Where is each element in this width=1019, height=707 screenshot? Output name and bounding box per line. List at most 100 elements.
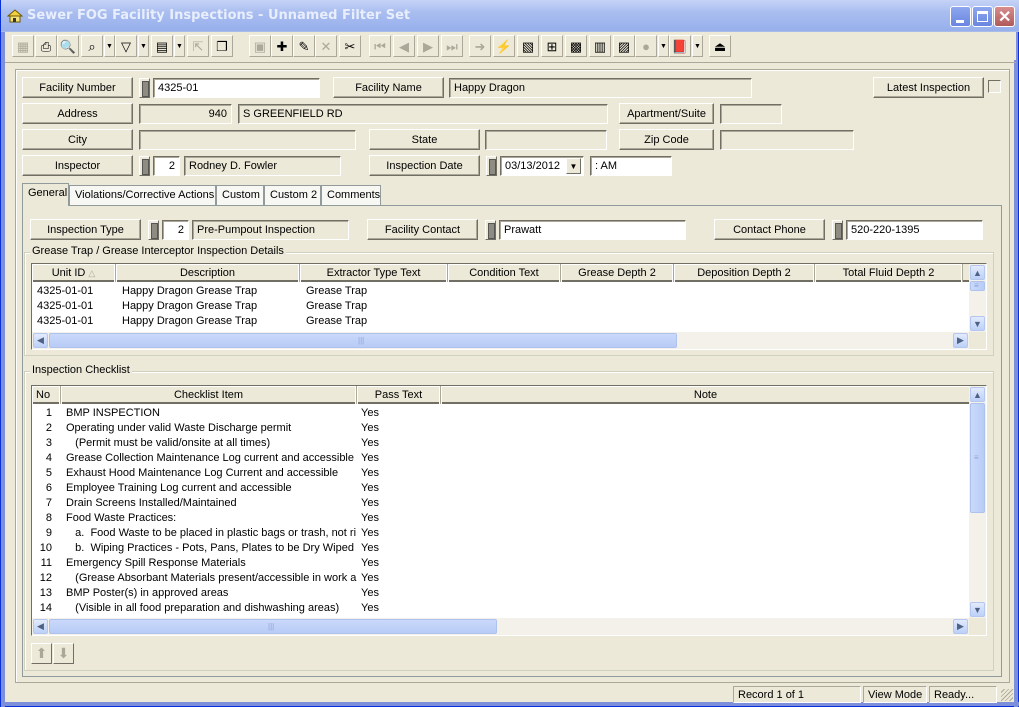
grid-view-button[interactable]: ▦ (12, 35, 34, 57)
apartment-suite-button[interactable]: Apartment/Suite (619, 103, 714, 124)
scroll-up-button[interactable]: ▲ (970, 387, 985, 402)
scroll-down-button[interactable]: ▼ (970, 316, 985, 331)
table-row[interactable]: 12 (Grease Absorbant Materials present/a… (32, 571, 969, 586)
close-button[interactable]: ✕ (994, 6, 1015, 27)
find-dropdown[interactable]: ▼ (104, 35, 115, 57)
help-book-button[interactable]: 📕 (669, 35, 691, 57)
column-header-total-fluid-depth-2[interactable]: Total Fluid Depth 2 (815, 264, 963, 282)
vertical-scroll-thumb[interactable]: ≡ (970, 281, 985, 291)
facility-number-lock-toggle[interactable] (139, 78, 150, 98)
scroll-left-button[interactable]: ◀ (33, 333, 48, 348)
inspection-type-lock-toggle[interactable] (148, 220, 159, 240)
table-row[interactable]: 11 Emergency Spill Response Materials Yes (32, 556, 969, 571)
tab-general[interactable]: General (22, 183, 69, 206)
delete-button[interactable]: ✕ (315, 35, 337, 57)
horizontal-scroll-thumb[interactable]: ||| (49, 333, 677, 348)
add-record-button[interactable]: ✚ (271, 35, 293, 57)
table-row[interactable]: 10 b. Wiping Practices - Pots, Pans, Pla… (32, 541, 969, 556)
equipment-button[interactable]: ▩ (565, 35, 587, 57)
go-to-button[interactable]: ➜ (469, 35, 491, 57)
relationship-button[interactable]: ⊞ (541, 35, 563, 57)
globe-button[interactable]: ● (635, 35, 657, 57)
maximize-button[interactable] (972, 6, 993, 27)
inspector-lock-toggle[interactable] (139, 156, 150, 176)
tab-comments[interactable]: Comments (321, 185, 381, 205)
edit-button[interactable]: ✎ (293, 35, 315, 57)
apartment-suite-field[interactable] (720, 104, 782, 124)
scroll-left-button[interactable]: ◀ (33, 619, 48, 634)
inspection-date-button[interactable]: Inspection Date (369, 155, 480, 176)
horizontal-scrollbar[interactable]: ◀ ||| ▶ (32, 618, 969, 635)
latest-inspection-checkbox[interactable] (988, 80, 1001, 93)
title-bar[interactable]: Sewer FOG Facility Inspections - Unnamed… (1, 0, 1019, 32)
export-button[interactable]: ⇱ (187, 35, 209, 57)
table-row[interactable]: 7 Drain Screens Installed/Maintained Yes (32, 496, 969, 511)
table-row[interactable]: 5 Exhaust Hood Maintenance Log Current an… (32, 466, 969, 481)
inspection-type-name-field[interactable]: Pre-Pumpout Inspection (192, 220, 349, 240)
facility-contact-field[interactable]: Prawatt (499, 220, 686, 240)
cut-button[interactable]: ✂ (339, 35, 361, 57)
table-row[interactable]: 2 Operating under valid Waste Discharge p… (32, 421, 969, 436)
inspector-id-field[interactable]: 2 (153, 156, 180, 176)
latest-inspection-button[interactable]: Latest Inspection (873, 77, 984, 98)
filter-dropdown[interactable]: ▼ (138, 35, 149, 57)
filter-button[interactable]: ▽ (115, 35, 137, 57)
table-row[interactable]: 3 (Permit must be valid/onsite at all ti… (32, 436, 969, 451)
table-row[interactable]: 4325-01-01 Happy Dragon Grease Trap Grease… (32, 284, 969, 299)
copy-button[interactable]: ❐ (211, 35, 233, 57)
resize-grip-icon[interactable] (1001, 689, 1013, 701)
city-field[interactable] (139, 130, 356, 150)
move-up-button[interactable]: ⬆ (31, 643, 52, 664)
address-button[interactable]: Address (22, 103, 133, 124)
tab-custom[interactable]: Custom (216, 185, 264, 205)
print-preview-button[interactable]: 🔍 (57, 35, 79, 57)
column-header-note[interactable]: Note (441, 386, 971, 404)
exit-button[interactable]: ⏏ (709, 35, 731, 57)
print-button[interactable]: ⎙ (35, 35, 57, 57)
column-header-unit-id[interactable]: Unit ID △ (32, 264, 116, 282)
grease-trap-grid[interactable]: Unit ID △ Description Extractor Type Text Co… (31, 263, 987, 350)
globe-dropdown[interactable]: ▼ (658, 35, 669, 57)
report-button[interactable]: ▤ (151, 35, 173, 57)
contact-phone-field[interactable]: 520-220-1395 (846, 220, 983, 240)
table-row[interactable]: 14 (Visible in all food preparation and … (32, 601, 969, 616)
address-number-field[interactable]: 940 (139, 104, 232, 124)
scroll-right-button[interactable]: ▶ (953, 333, 968, 348)
column-header-deposition-depth-2[interactable]: Deposition Depth 2 (674, 264, 815, 282)
table-row[interactable]: 13 BMP Poster(s) in approved areas Yes (32, 586, 969, 601)
last-record-button[interactable]: ⏭ (441, 35, 463, 57)
table-row[interactable]: 6 Employee Training Log current and acces… (32, 481, 969, 496)
horizontal-scroll-thumb[interactable]: ||| (49, 619, 497, 634)
table-row[interactable]: 4325-01-01 Happy Dragon Grease Trap Grease… (32, 314, 969, 329)
city-button[interactable]: City (22, 129, 133, 150)
scroll-down-button[interactable]: ▼ (970, 602, 985, 617)
scroll-up-button[interactable]: ▲ (970, 265, 985, 280)
table-row[interactable]: 4 Grease Collection Maintenance Log curre… (32, 451, 969, 466)
vertical-scroll-thumb[interactable]: ≡ (970, 403, 985, 513)
inspection-date-dropdown[interactable]: ▼ (566, 158, 581, 174)
contact-phone-button[interactable]: Contact Phone (714, 219, 825, 240)
inspection-time-field[interactable]: : AM (590, 156, 672, 176)
facility-name-field[interactable]: Happy Dragon (449, 78, 752, 98)
column-header-grease-depth-2[interactable]: Grease Depth 2 (561, 264, 674, 282)
state-field[interactable] (485, 130, 607, 150)
vertical-scrollbar[interactable]: ▲ ≡ ▼ (969, 264, 986, 332)
tab-custom-2[interactable]: Custom 2 (264, 185, 321, 205)
map-button[interactable]: ▨ (613, 35, 635, 57)
column-header-checklist-item[interactable]: Checklist Item (61, 386, 357, 404)
help-book-dropdown[interactable]: ▼ (692, 35, 703, 57)
zip-code-field[interactable] (720, 130, 854, 150)
column-header-condition-text[interactable]: Condition Text (448, 264, 561, 282)
calculator-button[interactable]: ▥ (589, 35, 611, 57)
zip-code-button[interactable]: Zip Code (619, 129, 714, 150)
find-button[interactable]: ⌕ (81, 35, 103, 57)
inspection-date-lock-toggle[interactable] (486, 156, 497, 176)
table-row[interactable]: 9 a. Food Waste to be placed in plastic … (32, 526, 969, 541)
move-down-button[interactable]: ⬇ (53, 643, 74, 664)
tab-violations-corrective-actions[interactable]: Violations/Corrective Actions (69, 185, 216, 205)
table-row[interactable]: 8 Food Waste Practices: Yes (32, 511, 969, 526)
vertical-scrollbar[interactable]: ▲ ≡ ▼ (969, 386, 986, 618)
first-record-button[interactable]: ⏮ (369, 35, 391, 57)
inspection-type-button[interactable]: Inspection Type (30, 219, 141, 240)
column-header-no[interactable]: No (32, 386, 61, 404)
